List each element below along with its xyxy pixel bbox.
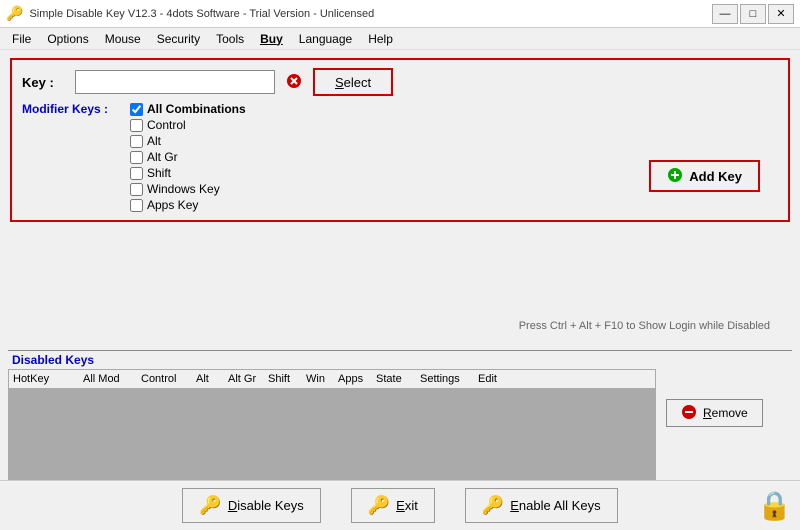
remove-button[interactable]: Remove bbox=[666, 399, 763, 427]
lock-icon: 🔒 bbox=[757, 490, 792, 521]
enable-all-keys-button[interactable]: 🔑 Enable All Keys bbox=[465, 488, 618, 523]
minimize-button[interactable]: — bbox=[712, 4, 738, 24]
title-bar-controls: — □ ✕ bbox=[712, 4, 794, 24]
col-allmod: All Mod bbox=[79, 372, 137, 386]
enable-all-keys-label: Enable All Keys bbox=[510, 498, 600, 513]
alt-checkbox[interactable] bbox=[130, 135, 143, 148]
disabled-keys-label: Disabled Keys bbox=[8, 350, 792, 367]
col-settings: Settings bbox=[416, 372, 474, 386]
checkbox-all-combinations: All Combinations bbox=[130, 102, 246, 116]
checkbox-altgr: Alt Gr bbox=[130, 150, 246, 164]
apps-key-label[interactable]: Apps Key bbox=[147, 198, 198, 212]
windows-key-checkbox[interactable] bbox=[130, 183, 143, 196]
col-apps: Apps bbox=[334, 372, 372, 386]
key-section: Key : Select Modifier Keys : All Co bbox=[10, 58, 790, 222]
add-key-section: Add Key bbox=[649, 160, 760, 192]
apps-key-checkbox[interactable] bbox=[130, 199, 143, 212]
add-key-icon bbox=[667, 167, 683, 186]
col-hotkey: HotKey bbox=[9, 372, 79, 386]
lock-icon-area: 🔒 bbox=[757, 489, 792, 522]
close-button[interactable]: ✕ bbox=[768, 4, 794, 24]
checkbox-apps: Apps Key bbox=[130, 198, 246, 212]
checkbox-alt: Alt bbox=[130, 134, 246, 148]
exit-button[interactable]: 🔑 Exit bbox=[351, 488, 435, 523]
control-label[interactable]: Control bbox=[147, 118, 186, 132]
modifier-label: Modifier Keys : bbox=[22, 102, 122, 212]
windows-key-label[interactable]: Windows Key bbox=[147, 182, 220, 196]
key-row: Key : Select bbox=[22, 68, 778, 96]
key-label: Key : bbox=[22, 75, 67, 90]
clear-icon bbox=[286, 73, 302, 92]
altgr-label[interactable]: Alt Gr bbox=[147, 150, 178, 164]
add-key-label: Add Key bbox=[689, 169, 742, 184]
all-combinations-checkbox[interactable] bbox=[130, 103, 143, 116]
add-key-button[interactable]: Add Key bbox=[649, 160, 760, 192]
checkboxes: All Combinations Control Alt Alt Gr Shif… bbox=[130, 102, 246, 212]
col-alt: Alt bbox=[192, 372, 224, 386]
menu-item-language[interactable]: Language bbox=[291, 30, 360, 48]
col-control: Control bbox=[137, 372, 192, 386]
side-buttons: Remove bbox=[666, 369, 763, 427]
menu-item-file[interactable]: File bbox=[4, 30, 39, 48]
all-combinations-label[interactable]: All Combinations bbox=[147, 102, 246, 116]
maximize-button[interactable]: □ bbox=[740, 4, 766, 24]
hint-text: Press Ctrl + Alt + F10 to Show Login whi… bbox=[519, 320, 770, 332]
title-bar: 🔑 Simple Disable Key V12.3 - 4dots Softw… bbox=[0, 0, 800, 28]
col-altgr: Alt Gr bbox=[224, 372, 264, 386]
col-state: State bbox=[372, 372, 416, 386]
menu-bar: File Options Mouse Security Tools Buy La… bbox=[0, 28, 800, 50]
remove-icon bbox=[681, 404, 697, 423]
table-header: HotKey All Mod Control Alt Alt Gr Shift … bbox=[9, 370, 655, 389]
window-title: Simple Disable Key V12.3 - 4dots Softwar… bbox=[29, 8, 374, 20]
shift-label[interactable]: Shift bbox=[147, 166, 171, 180]
checkbox-windows: Windows Key bbox=[130, 182, 246, 196]
menu-item-tools[interactable]: Tools bbox=[208, 30, 252, 48]
key-clear-button[interactable] bbox=[283, 71, 305, 93]
select-button[interactable]: Select bbox=[313, 68, 393, 96]
modifier-section: Modifier Keys : All Combinations Control… bbox=[22, 102, 778, 212]
control-checkbox[interactable] bbox=[130, 119, 143, 132]
col-shift: Shift bbox=[264, 372, 302, 386]
menu-item-mouse[interactable]: Mouse bbox=[97, 30, 149, 48]
exit-label: Exit bbox=[396, 498, 418, 513]
enable-all-keys-icon: 🔑 bbox=[482, 495, 504, 516]
disable-keys-icon: 🔑 bbox=[199, 495, 221, 516]
alt-label[interactable]: Alt bbox=[147, 134, 161, 148]
col-win: Win bbox=[302, 372, 334, 386]
title-bar-left: 🔑 Simple Disable Key V12.3 - 4dots Softw… bbox=[6, 5, 374, 22]
menu-item-security[interactable]: Security bbox=[149, 30, 208, 48]
disabled-keys-title: Disabled Keys bbox=[12, 353, 94, 367]
menu-item-help[interactable]: Help bbox=[360, 30, 401, 48]
altgr-checkbox[interactable] bbox=[130, 151, 143, 164]
main-content: Key : Select Modifier Keys : All Co bbox=[0, 50, 800, 530]
disable-keys-button[interactable]: 🔑 Disable Keys bbox=[182, 488, 320, 523]
menu-item-options[interactable]: Options bbox=[39, 30, 96, 48]
bottom-bar: 🔑 Disable Keys 🔑 Exit 🔑 Enable All Keys … bbox=[0, 480, 800, 530]
col-edit: Edit bbox=[474, 372, 514, 386]
checkbox-control: Control bbox=[130, 118, 246, 132]
key-input[interactable] bbox=[75, 70, 275, 94]
exit-icon: 🔑 bbox=[368, 495, 390, 516]
remove-label: Remove bbox=[703, 406, 748, 420]
checkbox-shift: Shift bbox=[130, 166, 246, 180]
app-icon: 🔑 bbox=[6, 5, 23, 22]
menu-item-buy[interactable]: Buy bbox=[252, 30, 291, 48]
disable-keys-label: Disable Keys bbox=[228, 498, 304, 513]
shift-checkbox[interactable] bbox=[130, 167, 143, 180]
